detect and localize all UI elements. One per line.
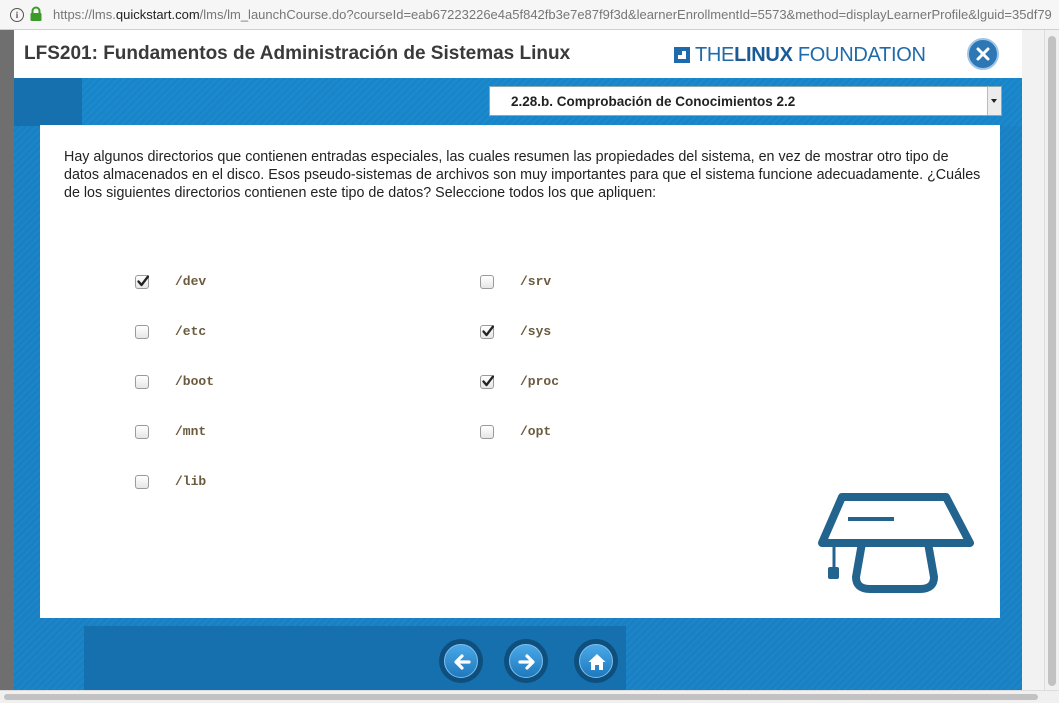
answer-option[interactable]: /lib	[135, 472, 206, 492]
url-path: /lms/lm_launchCourse.do?courseId=eab6722…	[199, 7, 1052, 22]
url-text[interactable]: https://lms.quickstart.com/lms/lm_launch…	[53, 7, 1053, 22]
answer-checkbox[interactable]	[480, 325, 494, 339]
answer-option-label[interactable]: /lib	[175, 474, 206, 489]
checkmark-icon	[137, 275, 149, 287]
answer-option-label[interactable]: /mnt	[175, 424, 206, 439]
vertical-scrollbar[interactable]	[1044, 30, 1059, 690]
close-icon	[976, 47, 990, 61]
header-band-left	[14, 78, 82, 126]
question-text: Hay algunos directorios que contienen en…	[64, 149, 981, 201]
forward-icon	[518, 654, 535, 670]
back-icon	[454, 654, 471, 670]
answer-option-label[interactable]: /opt	[520, 424, 551, 439]
answer-option[interactable]: /sys	[480, 322, 551, 342]
answer-option-label[interactable]: /dev	[175, 274, 206, 289]
answer-checkbox[interactable]	[135, 425, 149, 439]
browser-address-bar[interactable]: i https://lms.quickstart.com/lms/lm_laun…	[0, 0, 1059, 30]
linux-foundation-mark-icon	[674, 47, 690, 63]
url-host: quickstart.com	[115, 7, 200, 22]
course-header: LFS201: Fundamentos de Administración de…	[14, 30, 1022, 78]
answer-option-label[interactable]: /sys	[520, 324, 551, 339]
close-course-button[interactable]	[967, 38, 999, 70]
section-select[interactable]: 2.28.b. Comprobación de Conocimientos 2.…	[489, 86, 1002, 116]
horizontal-scrollbar-thumb[interactable]	[4, 694, 1038, 700]
answer-option[interactable]: /etc	[135, 322, 206, 342]
answer-option-label[interactable]: /srv	[520, 274, 551, 289]
answer-option[interactable]: /opt	[480, 422, 551, 442]
section-select-value: 2.28.b. Comprobación de Conocimientos 2.…	[511, 94, 796, 109]
question-panel: Hay algunos directorios que contienen en…	[40, 125, 1000, 618]
answer-checkbox[interactable]	[480, 375, 494, 389]
answer-checkbox[interactable]	[135, 325, 149, 339]
answer-checkbox[interactable]	[135, 375, 149, 389]
answer-checkbox[interactable]	[135, 275, 149, 289]
logo-suffix: FOUNDATION	[792, 43, 926, 66]
info-icon[interactable]: i	[10, 8, 24, 22]
answer-option-label[interactable]: /boot	[175, 374, 214, 389]
vertical-scrollbar-thumb[interactable]	[1048, 36, 1056, 686]
answer-checkbox[interactable]	[480, 275, 494, 289]
linux-foundation-logo: THELINUX FOUNDATION	[674, 42, 926, 68]
page-right-margin	[1022, 30, 1044, 690]
horizontal-scrollbar[interactable]	[0, 690, 1059, 703]
graduation-cap-icon	[818, 493, 974, 593]
answer-option[interactable]: /proc	[480, 372, 559, 392]
answer-option[interactable]: /boot	[135, 372, 214, 392]
logo-bold: LINUX	[734, 43, 793, 66]
answer-option[interactable]: /srv	[480, 272, 551, 292]
checkmark-icon	[482, 375, 494, 387]
chevron-down-icon[interactable]	[987, 87, 1001, 115]
answer-option-label[interactable]: /proc	[520, 374, 559, 389]
logo-prefix: THE	[695, 43, 735, 66]
answer-option-label[interactable]: /etc	[175, 324, 206, 339]
checkmark-icon	[482, 325, 494, 337]
course-player: LFS201: Fundamentos de Administración de…	[14, 30, 1022, 690]
answer-checkbox[interactable]	[135, 475, 149, 489]
lock-icon	[30, 6, 42, 21]
answer-option[interactable]: /dev	[135, 272, 206, 292]
answer-checkbox[interactable]	[480, 425, 494, 439]
home-icon	[588, 654, 606, 670]
home-button[interactable]	[574, 639, 618, 683]
url-prefix: https://lms.	[53, 7, 116, 22]
forward-button[interactable]	[504, 639, 548, 683]
answer-option[interactable]: /mnt	[135, 422, 206, 442]
course-title: LFS201: Fundamentos de Administración de…	[24, 43, 571, 64]
back-button[interactable]	[439, 639, 483, 683]
page-left-margin	[0, 30, 14, 690]
